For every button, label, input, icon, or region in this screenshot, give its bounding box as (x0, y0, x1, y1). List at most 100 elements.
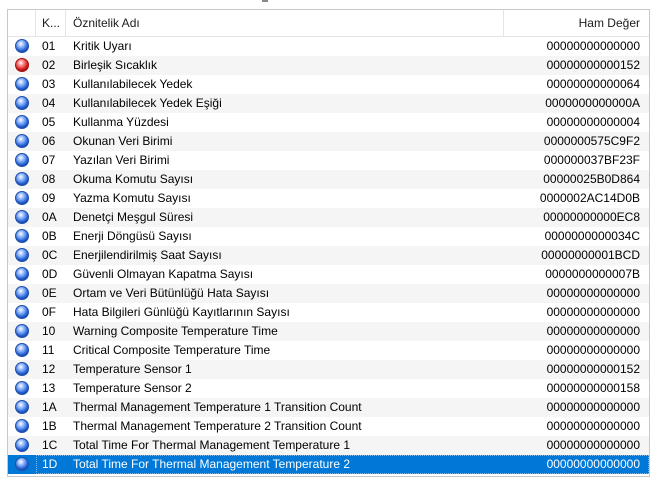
table-row[interactable]: 02 Birleşik Sıcaklık 00000000000152 (8, 56, 649, 75)
blue-status-icon (15, 324, 29, 338)
raw-value: 00000000000152 (546, 362, 640, 376)
attribute-name: Total Time For Thermal Management Temper… (73, 438, 351, 452)
table-row[interactable]: 10 Warning Composite Temperature Time 0000… (8, 322, 649, 341)
red-status-icon (15, 58, 29, 72)
raw-value: 00000000000004 (546, 115, 640, 129)
blue-status-icon (15, 305, 29, 319)
table-row[interactable]: 0E Ortam ve Veri Bütünlüğü Hata Sayısı 000… (8, 284, 649, 303)
attribute-name: Temperature Sensor 1 (73, 362, 192, 376)
attribute-id: 1B (42, 419, 57, 433)
attribute-id: 03 (42, 77, 56, 91)
blue-status-icon (15, 191, 29, 205)
attribute-name: Total Time For Thermal Management Temper… (73, 457, 351, 471)
table-row[interactable]: 07 Yazılan Veri Birimi 000000037BF23F (8, 151, 649, 170)
attribute-name: Güvenli Olmayan Kapatma Sayısı (73, 267, 254, 281)
attribute-name: Yazma Komutu Sayısı (73, 191, 191, 205)
raw-value: 00000000000158 (546, 381, 640, 395)
status-cell (8, 132, 36, 151)
raw-value: 00000000000EC8 (543, 210, 640, 224)
attribute-name: Warning Composite Temperature Time (73, 324, 278, 338)
header-status-column[interactable] (8, 10, 36, 36)
raw-value: 00000000000000 (546, 438, 640, 452)
attribute-id: 0D (42, 267, 58, 281)
status-cell (8, 189, 36, 208)
attribute-id: 0F (42, 305, 57, 319)
attribute-id: 05 (42, 115, 56, 129)
attribute-id: 0A (42, 210, 57, 224)
table-row[interactable]: 12 Temperature Sensor 1 00000000000152 (8, 360, 649, 379)
table-row[interactable]: 09 Yazma Komutu Sayısı 0000002AC14D0B (8, 189, 649, 208)
attribute-name: Kritik Uyarı (73, 39, 132, 53)
status-cell (8, 455, 36, 474)
raw-value: 00000000000152 (546, 58, 640, 72)
attribute-id: 06 (42, 134, 56, 148)
blue-status-icon (15, 77, 29, 91)
attribute-name: Okuma Komutu Sayısı (73, 172, 194, 186)
blue-status-icon (15, 381, 29, 395)
attribute-name: Denetçi Meşgul Süresi (73, 210, 194, 224)
table-row[interactable]: 1C Total Time For Thermal Management Temp… (8, 436, 649, 455)
table-row[interactable]: 13 Temperature Sensor 2 00000000000158 (8, 379, 649, 398)
status-cell (8, 113, 36, 132)
attribute-name: Kullanılabilecek Yedek Eşiği (73, 96, 222, 110)
attribute-id: 0B (42, 229, 57, 243)
status-cell (8, 75, 36, 94)
attribute-name: Hata Bilgileri Günlüğü Kayıtlarının Sayı… (73, 305, 290, 319)
raw-value: 00000000000000 (546, 457, 640, 471)
status-cell (8, 379, 36, 398)
table-row[interactable]: 05 Kullanma Yüzdesi 00000000000004 (8, 113, 649, 132)
raw-value: 00000000000000 (546, 400, 640, 414)
status-cell (8, 170, 36, 189)
table-row[interactable]: 1A Thermal Management Temperature 1 Trans… (8, 398, 649, 417)
blue-status-icon (15, 457, 29, 471)
table-row[interactable]: 0B Enerji Döngüsü Sayısı 0000000000034C (8, 227, 649, 246)
raw-value: 0000000000034C (544, 229, 640, 243)
table-row[interactable]: 01 Kritik Uyarı 00000000000000 (8, 37, 649, 56)
attribute-id: 08 (42, 172, 56, 186)
raw-value: 00000000000000 (546, 39, 640, 53)
blue-status-icon (15, 286, 29, 300)
attribute-name: Birleşik Sıcaklık (73, 58, 158, 72)
table-row[interactable]: 11 Critical Composite Temperature Time 000… (8, 341, 649, 360)
status-cell (8, 436, 36, 455)
header-id-column[interactable]: K... (36, 10, 66, 36)
table-row[interactable]: 0F Hata Bilgileri Günlüğü Kayıtlarının Sa… (8, 303, 649, 322)
table-row[interactable]: 08 Okuma Komutu Sayısı 00000025B0D864 (8, 170, 649, 189)
attribute-name: Thermal Management Temperature 1 Transit… (73, 400, 362, 414)
table-body: 01 Kritik Uyarı 00000000000000 02 Birleşik S… (8, 37, 649, 474)
attribute-name: Enerji Döngüsü Sayısı (73, 229, 192, 243)
status-cell (8, 246, 36, 265)
blue-status-icon (15, 96, 29, 110)
raw-value: 0000000575C9F2 (543, 134, 640, 148)
blue-status-icon (15, 229, 29, 243)
blue-status-icon (15, 438, 29, 452)
attribute-id: 1D (42, 457, 58, 471)
table-row[interactable]: 03 Kullanılabilecek Yedek 00000000000064 (8, 75, 649, 94)
status-cell (8, 284, 36, 303)
blue-status-icon (15, 343, 29, 357)
blue-status-icon (15, 267, 29, 281)
status-cell (8, 303, 36, 322)
attribute-id: 01 (42, 39, 56, 53)
table-row[interactable]: 0A Denetçi Meşgul Süresi 00000000000EC8 (8, 208, 649, 227)
table-row[interactable]: 0D Güvenli Olmayan Kapatma Sayısı 00000000… (8, 265, 649, 284)
table-row[interactable]: 1D Total Time For Thermal Management Temp… (8, 455, 649, 474)
blue-status-icon (15, 153, 29, 167)
blue-status-icon (15, 172, 29, 186)
table-row[interactable]: 0C Enerjilendirilmiş Saat Sayısı 000000000… (8, 246, 649, 265)
raw-value: 00000025B0D864 (543, 172, 640, 186)
table-row[interactable]: 04 Kullanılabilecek Yedek Eşiği 0000000000… (8, 94, 649, 113)
header-raw-value-column[interactable]: Ham Değer (504, 10, 649, 36)
attribute-name: Temperature Sensor 2 (73, 381, 192, 395)
attribute-id: 04 (42, 96, 56, 110)
table-row[interactable]: 1B Thermal Management Temperature 2 Trans… (8, 417, 649, 436)
table-row[interactable]: 06 Okunan Veri Birimi 0000000575C9F2 (8, 132, 649, 151)
attribute-id: 1A (42, 400, 57, 414)
smart-attribute-table[interactable]: K... Öznitelik Adı Ham Değer 01 Kritik Uy… (7, 9, 650, 477)
header-attribute-name-column[interactable]: Öznitelik Adı (66, 10, 504, 36)
attribute-name: Thermal Management Temperature 2 Transit… (73, 419, 362, 433)
attribute-name: Yazılan Veri Birimi (73, 153, 170, 167)
status-cell (8, 37, 36, 56)
blue-status-icon (15, 115, 29, 129)
status-cell (8, 94, 36, 113)
